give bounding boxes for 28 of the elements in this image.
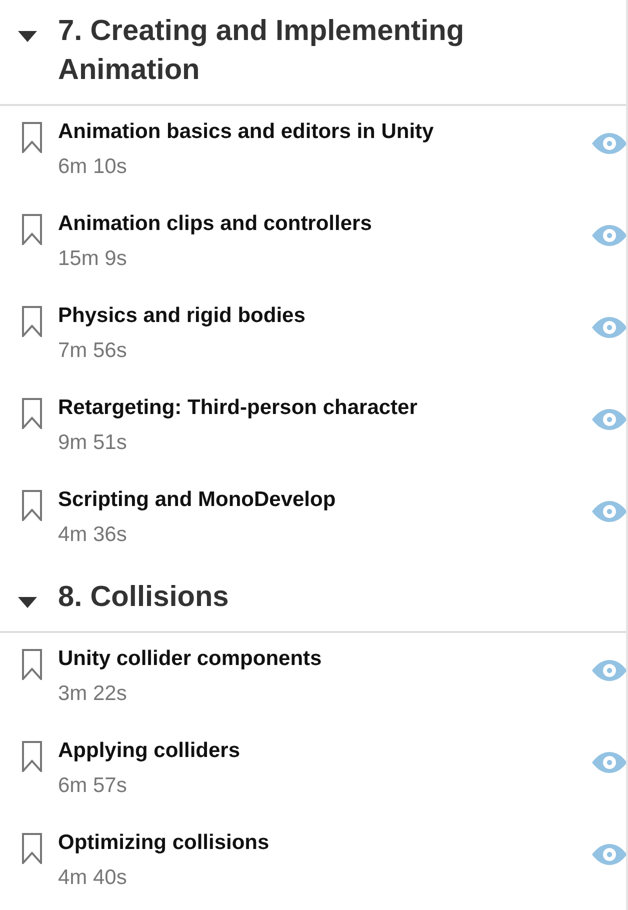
video-duration: 4m 40s xyxy=(58,866,128,890)
bookmark-icon[interactable] xyxy=(22,306,42,337)
video-duration: 6m 57s xyxy=(58,774,128,798)
bookmark-icon[interactable] xyxy=(22,741,42,772)
section-title[interactable]: 8. Collisions xyxy=(58,578,289,617)
video-duration: 7m 56s xyxy=(58,339,128,363)
video-title[interactable]: Animation clips and controllers xyxy=(58,211,592,237)
bookmark-icon[interactable] xyxy=(22,833,42,864)
video-duration: 9m 51s xyxy=(58,431,128,455)
caret-icon[interactable] xyxy=(18,31,37,42)
video-title[interactable]: Physics and rigid bodies xyxy=(58,303,592,329)
video-duration: 15m 9s xyxy=(58,247,128,271)
section-title[interactable]: 7. Creating and Implementing Animation xyxy=(58,12,626,90)
video-title[interactable]: Scripting and MonoDevelop xyxy=(58,487,592,513)
video-title[interactable]: Retargeting: Third-person character xyxy=(58,395,592,421)
video-title[interactable]: Unity collider components xyxy=(58,646,592,672)
video-duration: 6m 10s xyxy=(58,155,128,179)
video-duration: 4m 36s xyxy=(58,523,128,547)
video-duration: 3m 22s xyxy=(58,682,128,706)
bookmark-icon[interactable] xyxy=(22,649,42,680)
video-title[interactable]: Applying colliders xyxy=(58,738,592,764)
caret-icon[interactable] xyxy=(18,597,37,608)
video-title[interactable]: Optimizing collisions xyxy=(58,830,592,856)
bookmark-icon[interactable] xyxy=(22,490,42,521)
bookmark-icon[interactable] xyxy=(22,122,42,153)
bookmark-icon[interactable] xyxy=(22,214,42,245)
bookmark-icon[interactable] xyxy=(22,398,42,429)
video-title[interactable]: Animation basics and editors in Unity xyxy=(58,119,592,145)
